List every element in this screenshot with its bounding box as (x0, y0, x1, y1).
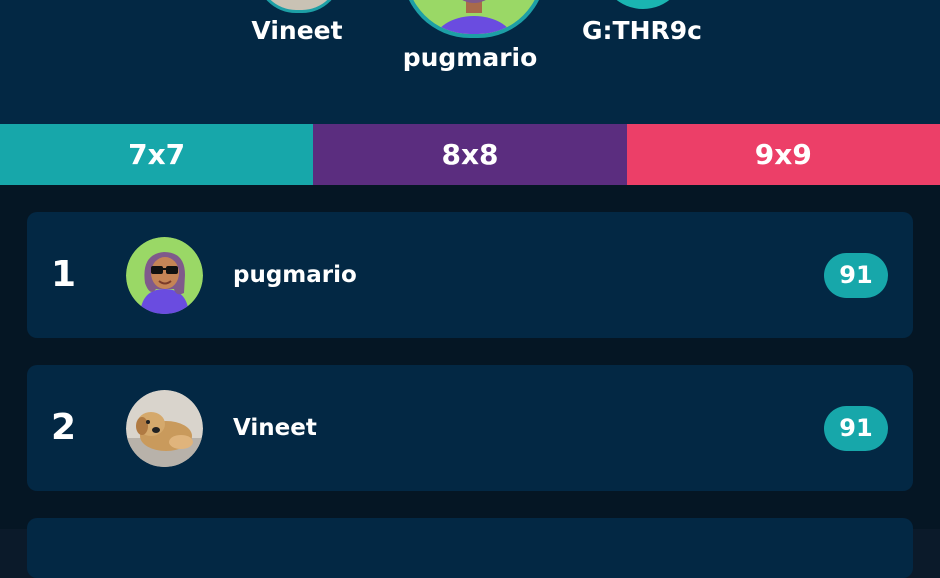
person-avatar-icon (406, 0, 542, 34)
tab-9x9[interactable]: 9x9 (626, 124, 940, 185)
second-place-avatar[interactable] (256, 0, 342, 13)
third-place-name: G:THR9c (582, 16, 702, 45)
leaderboard-list: 1 pugmario 91 2 Vineet 91 (0, 185, 940, 578)
podium-header: Vineet pugmario G:THR9c (0, 0, 940, 124)
leaderboard-row[interactable]: 1 pugmario 91 (27, 212, 913, 338)
rank-number: 1 (51, 254, 77, 295)
score-badge: 91 (824, 406, 888, 451)
third-place-avatar[interactable] (600, 0, 686, 9)
sunglasses-avatar-icon (126, 237, 203, 314)
tab-7x7[interactable]: 7x7 (0, 124, 314, 185)
board-size-tabs: 7x7 8x8 9x9 (0, 124, 940, 185)
first-place-name: pugmario (402, 43, 538, 72)
tab-8x8[interactable]: 8x8 (313, 124, 627, 185)
leaderboard-row[interactable]: 2 Vineet 91 (27, 365, 913, 491)
score-badge: 91 (824, 253, 888, 298)
leaderboard-row[interactable] (27, 518, 913, 578)
second-place-name: Vineet (251, 16, 343, 45)
rank-number: 2 (51, 407, 77, 448)
dog-photo-avatar (126, 390, 203, 467)
player-name: pugmario (233, 262, 357, 288)
player-name: Vineet (233, 415, 317, 441)
first-place-avatar[interactable] (402, 0, 546, 38)
